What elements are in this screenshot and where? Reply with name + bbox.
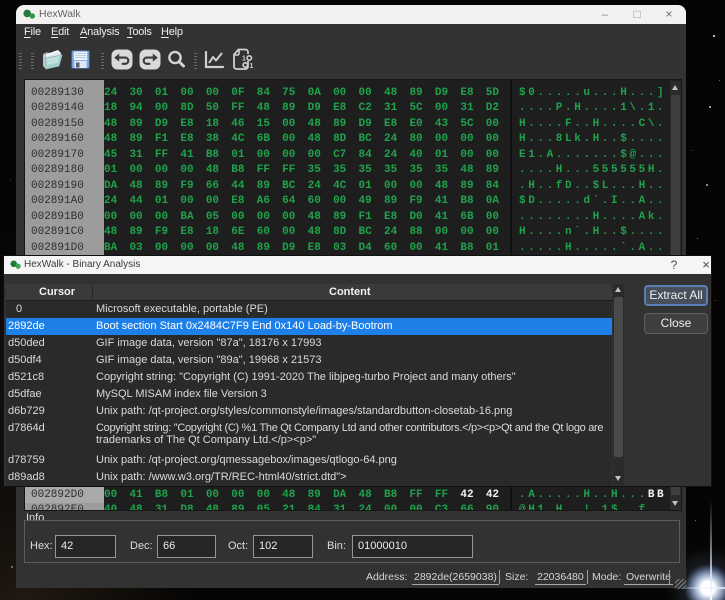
svg-text:1: 1 [250,63,254,70]
svg-text:1: 1 [242,56,246,63]
